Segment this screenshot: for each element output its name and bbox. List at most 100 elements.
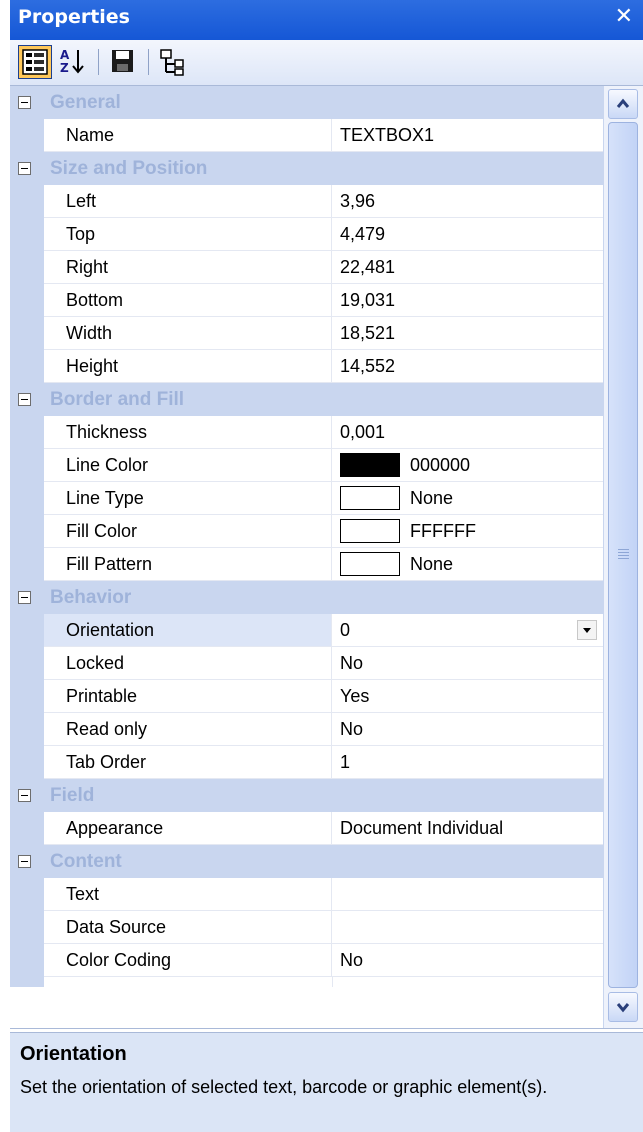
property-name-cell[interactable]: Name bbox=[44, 119, 332, 152]
scroll-down-button[interactable] bbox=[608, 992, 638, 1022]
property-row[interactable]: Top 4,479 bbox=[10, 218, 603, 251]
property-name: Height bbox=[66, 356, 119, 376]
collapse-icon[interactable] bbox=[18, 789, 31, 802]
property-name-cell[interactable]: Fill Color bbox=[44, 515, 332, 548]
property-value-cell[interactable]: 0 bbox=[332, 614, 603, 647]
property-row[interactable]: Name TEXTBOX1 bbox=[10, 119, 603, 152]
vertical-scrollbar[interactable] bbox=[603, 86, 643, 1028]
row-gutter bbox=[10, 350, 44, 383]
scrollbar-thumb[interactable] bbox=[608, 122, 638, 988]
property-value-cell[interactable]: 1 bbox=[332, 746, 603, 779]
property-name: Printable bbox=[66, 686, 138, 706]
description-panel: Orientation Set the orientation of selec… bbox=[10, 1032, 643, 1132]
property-value-cell[interactable]: Document Individual bbox=[332, 812, 603, 845]
property-row[interactable]: Orientation 0 bbox=[10, 614, 603, 647]
property-row[interactable]: Data Source bbox=[10, 911, 603, 944]
property-value-cell[interactable]: None bbox=[332, 548, 603, 581]
property-row[interactable]: Color Coding No bbox=[10, 944, 603, 977]
save-button[interactable] bbox=[106, 45, 140, 79]
category-row[interactable]: Field bbox=[10, 779, 603, 812]
category-row[interactable]: Behavior bbox=[10, 581, 603, 614]
category-row[interactable]: Content bbox=[10, 845, 603, 878]
property-value-cell[interactable]: FFFFFF bbox=[332, 515, 603, 548]
property-value-cell[interactable]: 22,481 bbox=[332, 251, 603, 284]
categorized-view-button[interactable] bbox=[18, 45, 52, 79]
property-row[interactable]: Locked No bbox=[10, 647, 603, 680]
property-value-cell[interactable]: No bbox=[332, 647, 603, 680]
property-name-cell[interactable]: Bottom bbox=[44, 284, 332, 317]
property-name-cell[interactable]: Locked bbox=[44, 647, 332, 680]
alphabetical-button[interactable]: A Z bbox=[56, 45, 90, 79]
row-gutter bbox=[10, 944, 44, 977]
category-label: Behavior bbox=[50, 587, 132, 608]
property-row[interactable]: Read only No bbox=[10, 713, 603, 746]
property-name-cell[interactable]: Tab Order bbox=[44, 746, 332, 779]
close-icon[interactable]: ✕ bbox=[615, 4, 633, 29]
scroll-up-button[interactable] bbox=[608, 89, 638, 119]
property-row[interactable]: Printable Yes bbox=[10, 680, 603, 713]
property-value: None bbox=[410, 554, 454, 574]
property-row[interactable]: Bottom 19,031 bbox=[10, 284, 603, 317]
property-row[interactable]: Fill Color FFFFFF bbox=[10, 515, 603, 548]
property-row[interactable]: Thickness 0,001 bbox=[10, 416, 603, 449]
property-value-cell[interactable] bbox=[332, 911, 603, 944]
property-name-cell[interactable]: Width bbox=[44, 317, 332, 350]
dropdown-arrow-icon[interactable] bbox=[577, 620, 597, 640]
category-row[interactable]: Size and Position bbox=[10, 152, 603, 185]
property-row[interactable]: Line Type None bbox=[10, 482, 603, 515]
property-value-cell[interactable]: No bbox=[332, 944, 603, 977]
property-name-cell[interactable]: Read only bbox=[44, 713, 332, 746]
property-name: Tab Order bbox=[66, 752, 147, 772]
property-row[interactable]: Text bbox=[10, 878, 603, 911]
property-value-cell[interactable]: 18,521 bbox=[332, 317, 603, 350]
property-value-cell[interactable]: 3,96 bbox=[332, 185, 603, 218]
property-name-cell[interactable]: Appearance bbox=[44, 812, 332, 845]
collapse-icon[interactable] bbox=[18, 162, 31, 175]
title-bar[interactable]: Properties ✕ bbox=[10, 0, 643, 40]
collapse-icon[interactable] bbox=[18, 591, 31, 604]
property-value: 19,031 bbox=[340, 290, 396, 310]
property-name-cell[interactable]: Printable bbox=[44, 680, 332, 713]
property-value-cell[interactable]: Yes bbox=[332, 680, 603, 713]
property-name-cell[interactable]: Left bbox=[44, 185, 332, 218]
property-row[interactable]: Right 22,481 bbox=[10, 251, 603, 284]
property-name-cell[interactable]: Text bbox=[44, 878, 332, 911]
property-value-cell[interactable]: TEXTBOX1 bbox=[332, 119, 603, 152]
property-value-cell[interactable]: 000000 bbox=[332, 449, 603, 482]
collapse-icon[interactable] bbox=[18, 96, 31, 109]
property-name-cell[interactable]: Top bbox=[44, 218, 332, 251]
row-gutter bbox=[10, 317, 44, 350]
property-name-cell[interactable]: Thickness bbox=[44, 416, 332, 449]
property-value-cell[interactable]: No bbox=[332, 713, 603, 746]
property-name-cell[interactable]: Line Type bbox=[44, 482, 332, 515]
property-row[interactable]: Height 14,552 bbox=[10, 350, 603, 383]
property-value: Yes bbox=[340, 686, 370, 706]
grip-icon bbox=[618, 549, 629, 561]
property-value: Document Individual bbox=[340, 818, 504, 838]
category-row[interactable]: General bbox=[10, 86, 603, 119]
property-row[interactable]: Left 3,96 bbox=[10, 185, 603, 218]
property-value-cell[interactable]: 14,552 bbox=[332, 350, 603, 383]
property-name-cell[interactable]: Orientation bbox=[44, 614, 332, 647]
property-value-cell[interactable] bbox=[332, 878, 603, 911]
property-name-cell[interactable]: Right bbox=[44, 251, 332, 284]
property-name-cell[interactable]: Color Coding bbox=[44, 944, 332, 977]
property-row[interactable]: Fill Pattern None bbox=[10, 548, 603, 581]
collapse-icon[interactable] bbox=[18, 393, 31, 406]
property-name-cell[interactable]: Height bbox=[44, 350, 332, 383]
property-value-cell[interactable]: 19,031 bbox=[332, 284, 603, 317]
property-row[interactable]: Tab Order 1 bbox=[10, 746, 603, 779]
tree-view-button[interactable] bbox=[156, 45, 190, 79]
collapse-icon[interactable] bbox=[18, 855, 31, 868]
property-row[interactable]: Appearance Document Individual bbox=[10, 812, 603, 845]
property-name-cell[interactable]: Fill Pattern bbox=[44, 548, 332, 581]
property-row[interactable]: Width 18,521 bbox=[10, 317, 603, 350]
property-name-cell[interactable]: Data Source bbox=[44, 911, 332, 944]
property-value-cell[interactable]: None bbox=[332, 482, 603, 515]
property-name-cell[interactable]: Line Color bbox=[44, 449, 332, 482]
category-row[interactable]: Border and Fill bbox=[10, 383, 603, 416]
property-name: Color Coding bbox=[66, 950, 172, 970]
property-value-cell[interactable]: 0,001 bbox=[332, 416, 603, 449]
property-value-cell[interactable]: 4,479 bbox=[332, 218, 603, 251]
property-row[interactable]: Line Color 000000 bbox=[10, 449, 603, 482]
